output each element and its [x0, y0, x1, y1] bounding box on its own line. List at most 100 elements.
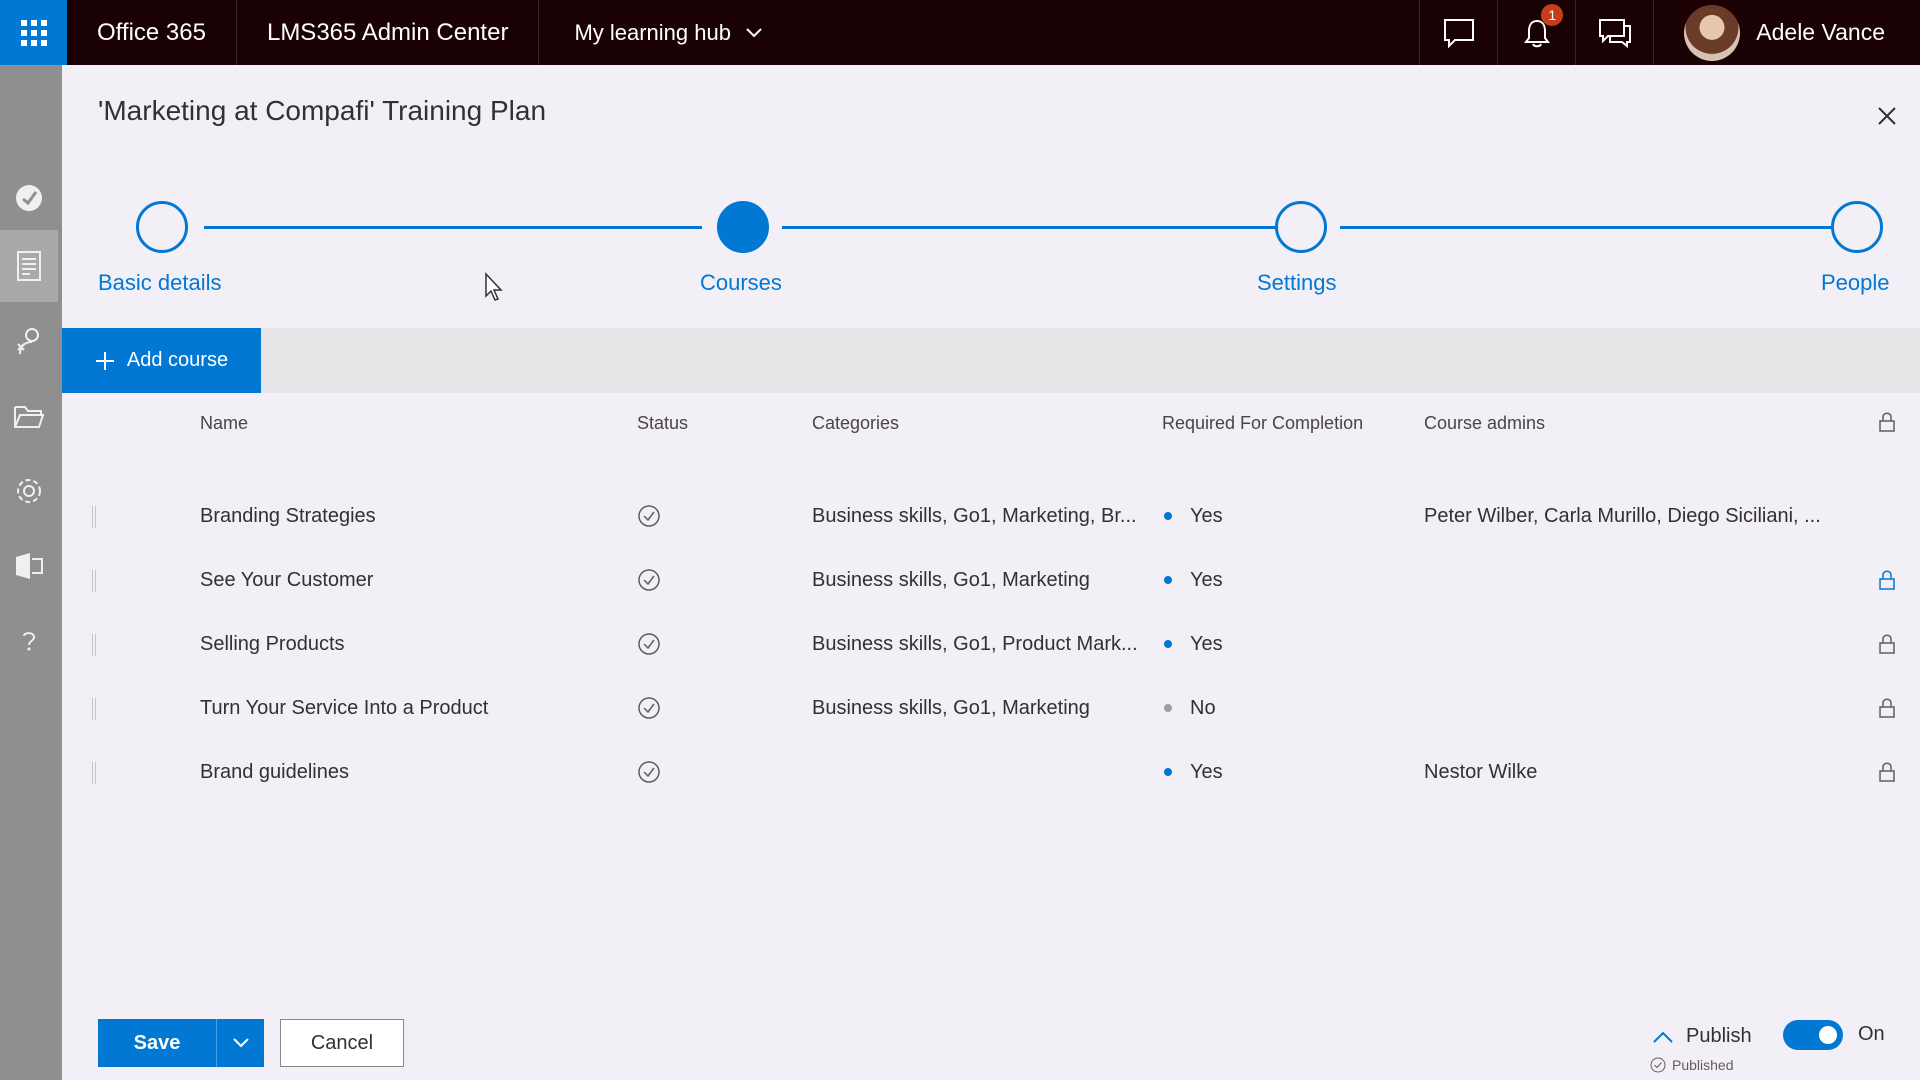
step-connector	[204, 226, 702, 229]
check-circle-icon	[638, 697, 660, 719]
rail-item-dashboard[interactable]	[0, 162, 58, 234]
table-row[interactable]: Brand guidelines Yes Nestor Wilke	[62, 740, 1920, 804]
lock-cell[interactable]	[1878, 740, 1896, 804]
required-dot	[1164, 640, 1172, 648]
notifications-button[interactable]: 1	[1497, 0, 1575, 65]
required-cell: No	[1164, 676, 1216, 740]
lock-icon	[1879, 698, 1895, 718]
step-people-label[interactable]: People	[1821, 270, 1890, 296]
plus-icon	[95, 351, 114, 370]
app-launcher-button[interactable]	[0, 0, 67, 65]
status-cell	[637, 740, 661, 804]
save-button-group: Save	[98, 1019, 264, 1067]
required-cell: Yes	[1164, 548, 1223, 612]
lock-cell[interactable]	[1878, 548, 1896, 612]
table-row[interactable]: Turn Your Service Into a Product Busines…	[62, 676, 1920, 740]
publish-label: Publish	[1686, 1025, 1752, 1047]
save-button[interactable]: Save	[98, 1019, 216, 1067]
command-bar: Add course	[62, 328, 1920, 393]
training-plan-panel: 'Marketing at Compafi' Training Plan Bas…	[62, 65, 1920, 1080]
rail-item-catalog[interactable]	[0, 230, 58, 302]
lock-cell[interactable]	[1878, 676, 1896, 740]
lock-cell[interactable]	[1878, 612, 1896, 676]
required-value: Yes	[1190, 760, 1223, 783]
add-course-button[interactable]: Add course	[62, 328, 261, 393]
save-options-button[interactable]	[216, 1019, 264, 1067]
column-header-required[interactable]: Required For Completion	[1162, 413, 1363, 434]
course-name[interactable]: Selling Products	[200, 612, 345, 676]
dashboard-icon	[16, 185, 42, 211]
close-button[interactable]	[1872, 101, 1902, 131]
status-cell	[637, 484, 661, 548]
drag-handle-icon[interactable]	[92, 570, 96, 592]
drag-handle-icon[interactable]	[92, 698, 96, 720]
admins-cell: Nestor Wilke	[1424, 760, 1538, 783]
gear-icon	[17, 479, 41, 503]
chevron-down-icon	[232, 1038, 249, 1048]
categories-cell: Business skills, Go1, Marketing	[812, 568, 1090, 591]
course-name[interactable]: Branding Strategies	[200, 484, 376, 548]
column-header-categories[interactable]: Categories	[812, 413, 899, 434]
publish-toggle[interactable]	[1783, 1020, 1843, 1050]
categories-cell: Business skills, Go1, Marketing	[812, 696, 1090, 719]
course-name[interactable]: Brand guidelines	[200, 740, 349, 804]
required-value: Yes	[1190, 504, 1223, 527]
mouse-cursor-icon	[485, 272, 503, 301]
cancel-button[interactable]: Cancel	[280, 1019, 404, 1067]
office-365-link[interactable]: Office 365	[67, 0, 237, 65]
step-courses-label[interactable]: Courses	[700, 270, 782, 296]
drag-handle-icon[interactable]	[92, 762, 96, 784]
chat-button[interactable]	[1419, 0, 1497, 65]
step-basic-details-label[interactable]: Basic details	[98, 270, 222, 296]
hub-label: My learning hub	[574, 19, 731, 45]
check-circle-icon	[1650, 1057, 1666, 1073]
published-status: Published	[1650, 1057, 1734, 1073]
chat-icon	[1443, 18, 1474, 48]
rail-item-settings[interactable]	[0, 455, 58, 527]
admin-center-link[interactable]: LMS365 Admin Center	[237, 0, 540, 65]
step-settings-circle[interactable]	[1275, 201, 1327, 253]
check-circle-icon	[638, 633, 660, 655]
close-icon	[1878, 107, 1896, 125]
chevron-up-icon	[1653, 1031, 1673, 1043]
toggle-label: On	[1858, 1023, 1885, 1045]
course-name[interactable]: Turn Your Service Into a Product	[200, 676, 488, 740]
feedback-button[interactable]	[1575, 0, 1653, 65]
table-row[interactable]: See Your Customer Business skills, Go1, …	[62, 548, 1920, 612]
rail-item-help[interactable]	[0, 605, 58, 677]
avatar	[1684, 4, 1741, 61]
step-courses-circle[interactable]	[717, 201, 769, 253]
users-icon	[17, 328, 39, 355]
required-cell: Yes	[1164, 484, 1223, 548]
rail-item-users[interactable]	[0, 305, 58, 377]
page-title: 'Marketing at Compafi' Training Plan	[98, 95, 547, 126]
rail-item-files[interactable]	[0, 380, 58, 452]
add-course-label: Add course	[126, 349, 229, 371]
check-circle-icon	[638, 505, 660, 527]
column-header-status[interactable]: Status	[637, 413, 688, 434]
step-connector	[782, 226, 1280, 229]
column-header-admins[interactable]: Course admins	[1424, 413, 1545, 434]
drag-handle-icon[interactable]	[92, 506, 96, 528]
check-circle-icon	[638, 569, 660, 591]
top-bar: Office 365 LMS365 Admin Center My learni…	[0, 0, 1920, 65]
rail-item-reports[interactable]	[0, 530, 58, 602]
status-cell	[637, 612, 661, 676]
categories-cell: Business skills, Go1, Product Mark...	[812, 632, 1138, 655]
hub-selector[interactable]: My learning hub	[539, 0, 798, 65]
drag-handle-icon[interactable]	[92, 634, 96, 656]
table-row[interactable]: Branding Strategies Business skills, Go1…	[62, 484, 1920, 548]
step-settings-label[interactable]: Settings	[1257, 270, 1337, 296]
publish-expander[interactable]: Publish	[1652, 1025, 1752, 1048]
table-row[interactable]: Selling Products Business skills, Go1, P…	[62, 612, 1920, 676]
user-name: Adele Vance	[1756, 19, 1885, 45]
chevron-down-icon	[746, 27, 762, 37]
notification-badge: 1	[1541, 4, 1564, 26]
user-menu[interactable]: Adele Vance	[1653, 0, 1920, 65]
step-people-circle[interactable]	[1831, 201, 1883, 253]
course-name[interactable]: See Your Customer	[200, 548, 373, 612]
column-header-name[interactable]: Name	[200, 413, 248, 434]
required-cell: Yes	[1164, 740, 1223, 804]
required-dot	[1164, 512, 1172, 520]
step-basic-details-circle[interactable]	[136, 201, 188, 253]
